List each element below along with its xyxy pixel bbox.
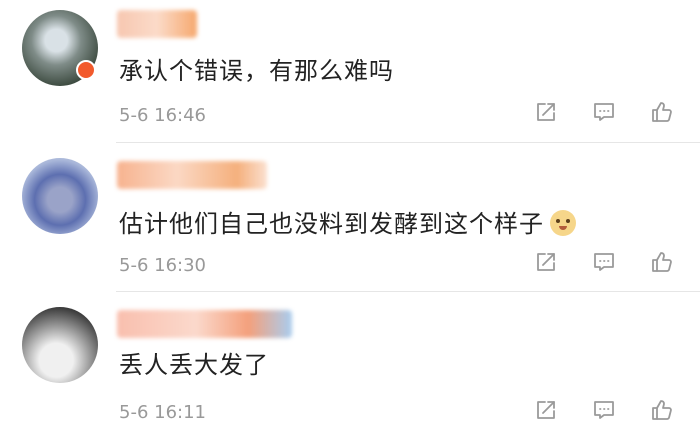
- share-icon[interactable]: [534, 398, 558, 422]
- comment-text: 承认个错误，有那么难吗: [119, 57, 394, 85]
- avatar[interactable]: [22, 307, 98, 383]
- comment-icon[interactable]: [592, 398, 616, 422]
- username-blurred[interactable]: [117, 161, 267, 189]
- username-blurred[interactable]: [117, 310, 292, 338]
- comment-icon[interactable]: [592, 100, 616, 124]
- comment-item: 估计他们自己也没料到发酵到这个样子 5-6 16:30: [0, 143, 700, 291]
- username-blurred[interactable]: [117, 10, 197, 38]
- comment-item: 承认个错误，有那么难吗 5-6 16:46: [0, 0, 700, 142]
- comment-timestamp: 5-6 16:30: [119, 255, 206, 276]
- share-icon[interactable]: [534, 100, 558, 124]
- comment-text-content: 估计他们自己也没料到发酵到这个样子: [119, 210, 544, 238]
- avatar[interactable]: [22, 158, 98, 234]
- avatar-badge: [76, 60, 96, 80]
- comment-icon[interactable]: [592, 250, 616, 274]
- comment-text: 丢人丢大发了: [119, 351, 269, 379]
- doge-emoji: [550, 210, 576, 236]
- comment-item: 丢人丢大发了 5-6 16:11: [0, 292, 700, 435]
- share-icon[interactable]: [534, 250, 558, 274]
- thumbs-up-icon[interactable]: [650, 398, 674, 422]
- thumbs-up-icon[interactable]: [650, 100, 674, 124]
- comment-timestamp: 5-6 16:11: [119, 402, 206, 423]
- comment-timestamp: 5-6 16:46: [119, 105, 206, 126]
- thumbs-up-icon[interactable]: [650, 250, 674, 274]
- comment-text: 估计他们自己也没料到发酵到这个样子: [119, 204, 576, 239]
- comment-actions: [534, 250, 674, 274]
- comment-actions: [534, 100, 674, 124]
- comment-actions: [534, 398, 674, 422]
